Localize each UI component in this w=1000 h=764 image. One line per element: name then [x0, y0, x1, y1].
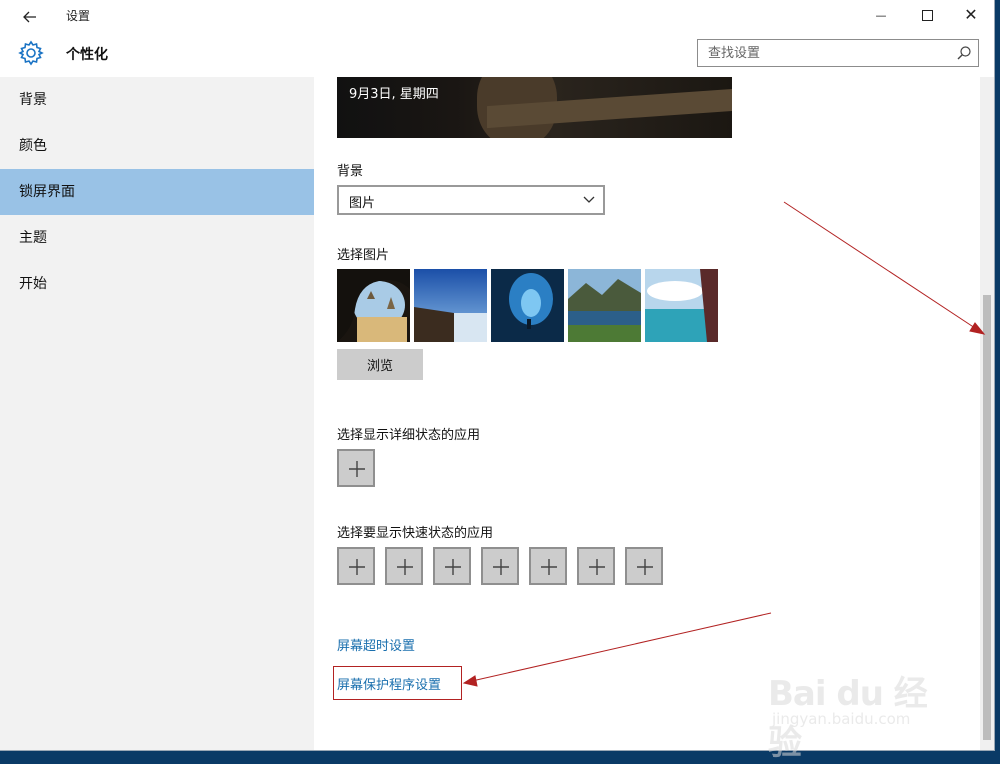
close-icon: ✕	[964, 5, 978, 24]
scrollbar-thumb[interactable]	[983, 295, 991, 740]
add-quick-status-app-button[interactable]	[577, 547, 615, 585]
picture-thumbnail-3[interactable]	[491, 269, 564, 342]
settings-window: 设置 — ✕ 个性化 背景	[0, 0, 995, 751]
add-detailed-status-app-button[interactable]	[337, 449, 375, 487]
background-label: 背景	[337, 164, 364, 179]
sidebar: 背景 颜色 锁屏界面 主题 开始	[0, 77, 314, 750]
page-title: 个性化	[66, 47, 108, 63]
sidebar-item-themes[interactable]: 主题	[0, 215, 314, 261]
picture-thumbnail-2[interactable]	[414, 269, 487, 342]
add-quick-status-app-button[interactable]	[337, 547, 375, 585]
plus-icon	[349, 559, 365, 575]
plus-icon	[541, 559, 557, 575]
page-header: 个性化	[0, 32, 994, 77]
screensaver-settings-link[interactable]: 屏幕保护程序设置	[337, 674, 441, 693]
plus-icon	[397, 559, 413, 575]
add-quick-status-app-button[interactable]	[529, 547, 567, 585]
sidebar-item-label: 开始	[19, 276, 47, 292]
watermark-url: jingyan.baidu.com	[772, 710, 911, 728]
chevron-down-icon	[583, 196, 595, 203]
gear-icon	[18, 40, 44, 66]
search-icon[interactable]	[956, 45, 972, 61]
plus-icon	[445, 559, 461, 575]
background-dropdown-value: 图片	[349, 196, 376, 211]
close-button[interactable]: ✕	[948, 0, 994, 32]
plus-icon	[589, 559, 605, 575]
plus-icon	[349, 461, 365, 477]
sidebar-item-colors[interactable]: 颜色	[0, 123, 314, 169]
add-quick-status-app-button[interactable]	[385, 547, 423, 585]
preview-date: 9月3日, 星期四	[349, 87, 439, 102]
maximize-icon	[921, 9, 933, 21]
lock-screen-preview: 9月3日, 星期四	[337, 77, 732, 138]
title-bar: 设置 — ✕	[0, 0, 994, 32]
picture-thumbnail-1[interactable]	[337, 269, 410, 342]
vertical-scrollbar[interactable]	[980, 77, 994, 750]
add-quick-status-app-button[interactable]	[625, 547, 663, 585]
choose-picture-label: 选择图片	[337, 248, 390, 263]
detailed-status-label: 选择显示详细状态的应用	[337, 428, 481, 443]
plus-icon	[637, 559, 653, 575]
minimize-button[interactable]: —	[858, 0, 904, 32]
app-title: 设置	[66, 9, 91, 23]
back-button[interactable]	[14, 4, 46, 28]
minimize-icon: —	[875, 9, 887, 22]
baidu-watermark: Bai du 经验 jingyan.baidu.com	[768, 648, 958, 763]
picture-thumbnail-4[interactable]	[568, 269, 641, 342]
sidebar-item-label: 背景	[19, 92, 47, 108]
maximize-button[interactable]	[904, 0, 950, 32]
back-arrow-icon	[23, 11, 36, 22]
quick-status-label: 选择要显示快速状态的应用	[337, 526, 494, 541]
screen-timeout-link[interactable]: 屏幕超时设置	[337, 635, 415, 654]
picture-thumbnail-5[interactable]	[645, 269, 718, 342]
add-quick-status-app-button[interactable]	[433, 547, 471, 585]
browse-button[interactable]: 浏览	[337, 349, 423, 380]
plus-icon	[493, 559, 509, 575]
sidebar-item-label: 主题	[19, 230, 47, 246]
background-dropdown[interactable]: 图片	[337, 185, 605, 215]
add-quick-status-app-button[interactable]	[481, 547, 519, 585]
search-input[interactable]	[698, 40, 958, 66]
sidebar-item-label: 颜色	[19, 138, 47, 154]
sidebar-item-background[interactable]: 背景	[0, 77, 314, 123]
sidebar-item-label: 锁屏界面	[19, 184, 75, 200]
sidebar-item-start[interactable]: 开始	[0, 261, 314, 307]
search-box[interactable]	[697, 39, 979, 67]
sidebar-item-lock-screen[interactable]: 锁屏界面	[0, 169, 314, 215]
